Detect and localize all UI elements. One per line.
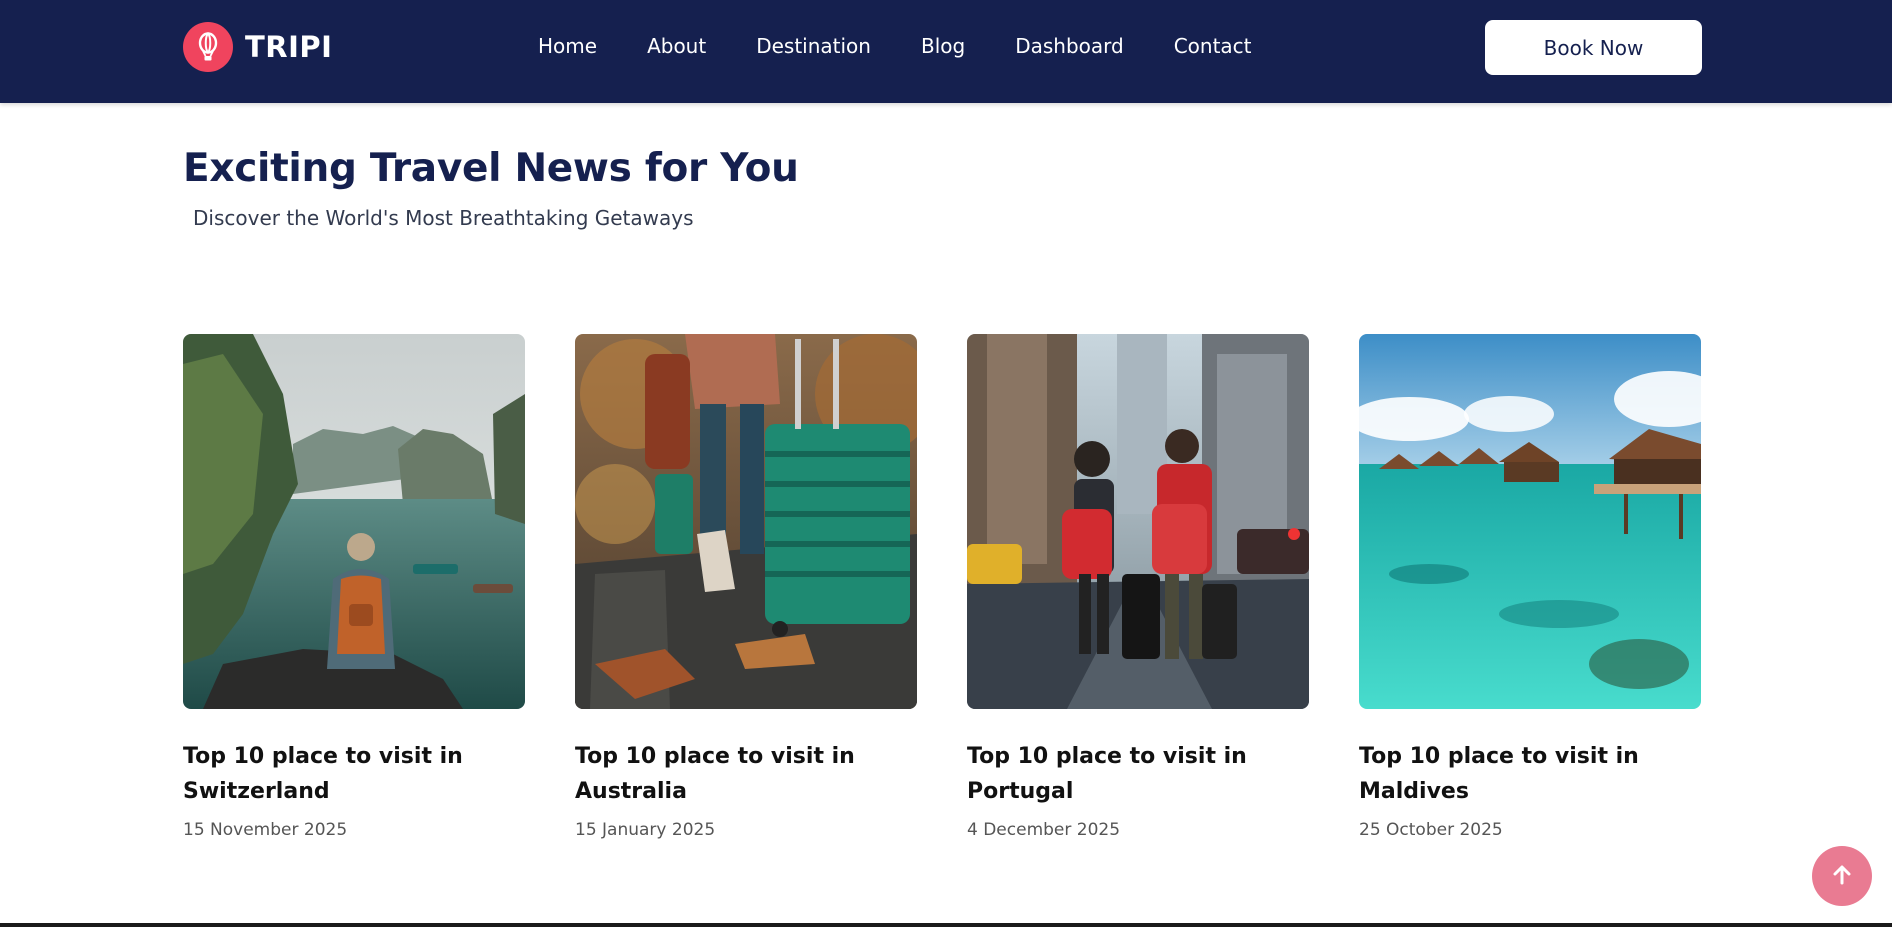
nav-about[interactable]: About <box>647 34 706 58</box>
blog-card[interactable]: Top 10 place to visit in Switzerland 15 … <box>183 334 525 840</box>
card-image-maldives[interactable] <box>1359 334 1701 709</box>
nav-destination[interactable]: Destination <box>756 34 871 58</box>
logo[interactable]: TRIPI <box>183 22 332 72</box>
nav-blog[interactable]: Blog <box>921 34 965 58</box>
card-title[interactable]: Top 10 place to visit in Maldives <box>1359 739 1701 809</box>
nav-home[interactable]: Home <box>538 34 597 58</box>
card-date: 15 January 2025 <box>575 820 716 840</box>
section-subtitle: Discover the World's Most Breathtaking G… <box>193 206 694 230</box>
nav-contact[interactable]: Contact <box>1174 34 1252 58</box>
navbar: TRIPI Home About Destination Blog Dashbo… <box>0 0 1892 103</box>
hot-air-balloon-icon <box>183 22 233 72</box>
card-title[interactable]: Top 10 place to visit in Portugal <box>967 739 1309 809</box>
brand-name: TRIPI <box>245 30 333 64</box>
card-title[interactable]: Top 10 place to visit in Australia <box>575 739 917 809</box>
blog-card[interactable]: Top 10 place to visit in Australia 15 Ja… <box>575 334 917 840</box>
card-image-lake[interactable] <box>183 334 525 709</box>
blog-card[interactable]: Top 10 place to visit in Portugal 4 Dece… <box>967 334 1309 840</box>
blog-card[interactable]: Top 10 place to visit in Maldives 25 Oct… <box>1359 334 1701 840</box>
card-image-suitcase[interactable] <box>575 334 917 709</box>
section-title: Exciting Travel News for You <box>183 146 799 191</box>
scroll-to-top-button[interactable] <box>1812 846 1872 906</box>
footer-divider <box>0 923 1892 927</box>
card-date: 15 November 2025 <box>183 820 348 840</box>
book-now-button[interactable]: Book Now <box>1485 20 1702 75</box>
card-title[interactable]: Top 10 place to visit in Switzerland <box>183 739 525 809</box>
card-image-city[interactable] <box>967 334 1309 709</box>
arrow-up-icon <box>1831 864 1853 889</box>
card-date: 25 October 2025 <box>1359 820 1503 840</box>
nav-dashboard[interactable]: Dashboard <box>1015 34 1124 58</box>
card-date: 4 December 2025 <box>967 820 1121 840</box>
main-nav: Home About Destination Blog Dashboard Co… <box>538 30 1252 62</box>
